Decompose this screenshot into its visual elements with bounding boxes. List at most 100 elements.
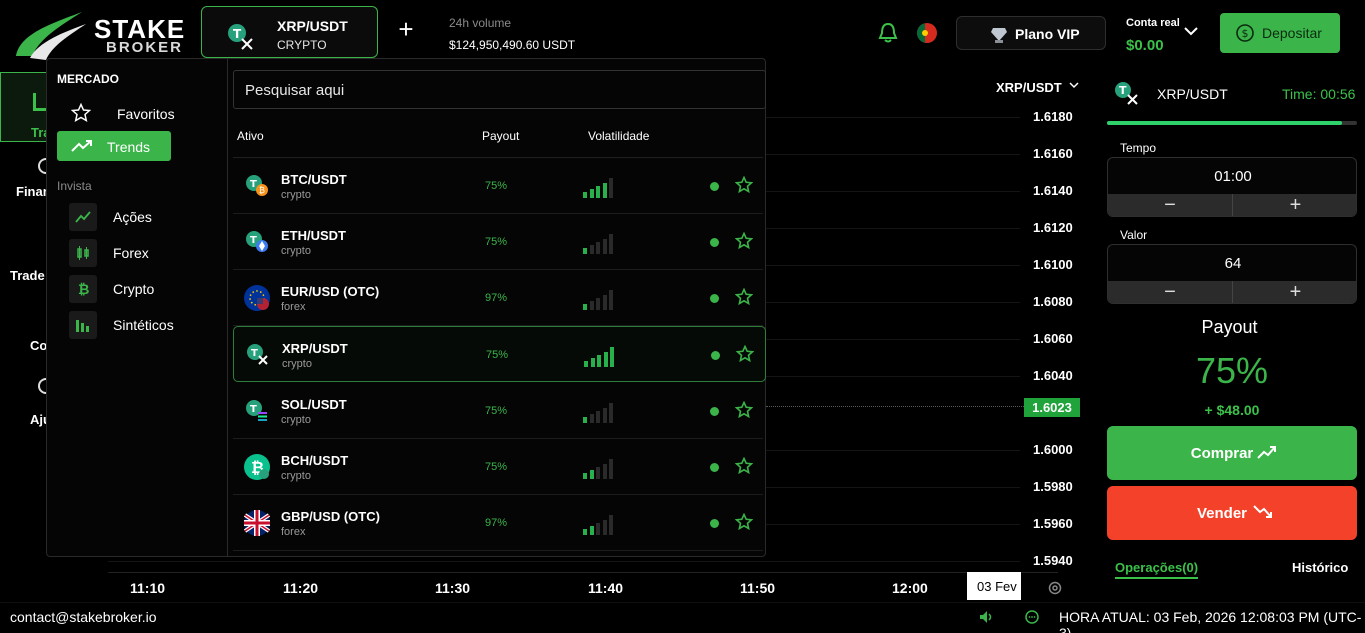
status-dot-icon	[710, 294, 719, 303]
add-asset-button[interactable]: +	[394, 16, 418, 42]
search-placeholder: Pesquisar aqui	[245, 82, 345, 99]
price-tick-label: 1.6160	[1033, 146, 1073, 161]
volatility-bar	[596, 186, 600, 198]
bell-icon[interactable]	[878, 22, 898, 44]
asset-row[interactable]: T ₿ BTC/USDT crypto 75%	[233, 158, 763, 214]
trend-up-icon	[75, 211, 91, 223]
price-tick-label: 1.6100	[1033, 257, 1073, 272]
account-type-label[interactable]: Conta real	[1126, 17, 1180, 29]
trade-timer: Time: 00:56	[1282, 86, 1356, 102]
volatility-bar	[589, 414, 594, 423]
volatility-bar	[602, 295, 607, 310]
volatility-bar	[583, 248, 587, 254]
current-price-tag: 1.6023	[1024, 398, 1080, 417]
asset-payout: 97%	[485, 517, 508, 529]
chevron-down-icon[interactable]	[1184, 26, 1198, 36]
timer-progress-bar	[1107, 121, 1357, 125]
asset-payout: 75%	[485, 405, 508, 417]
valor-decrease-button[interactable]: −	[1108, 281, 1233, 303]
current-price-line	[766, 406, 1024, 407]
volatility-bar	[602, 464, 607, 479]
buy-button[interactable]: Comprar	[1107, 426, 1357, 480]
payout-label: Payout	[1201, 317, 1258, 337]
bars-icon	[76, 320, 89, 332]
favorite-star-icon[interactable]	[736, 345, 754, 363]
contact-email[interactable]: contact@stakebroker.io	[10, 609, 157, 625]
asset-row[interactable]: EUR/USD (OTC) forex 97%	[233, 270, 763, 326]
svg-text:₿: ₿	[259, 186, 265, 195]
category-acoes[interactable]: Ações	[69, 203, 219, 231]
category-label: Crypto	[113, 281, 155, 297]
price-tick-label: 1.6000	[1033, 442, 1073, 457]
price-tick-label: 1.6040	[1033, 368, 1073, 383]
asset-payout: 75%	[485, 180, 508, 192]
tempo-field[interactable]: 01:00 − +	[1107, 157, 1357, 217]
account-balance: $0.00	[1126, 37, 1164, 54]
vip-plan-button[interactable]: Plano VIP	[956, 16, 1106, 50]
tempo-value[interactable]: 01:00	[1108, 168, 1356, 185]
volume-label: 24h volume	[449, 16, 512, 30]
valor-field[interactable]: 64 − +	[1107, 244, 1357, 304]
active-asset-tab[interactable]: T XRP/USDT CRYPTO	[201, 6, 378, 58]
vip-plan-label: Plano VIP	[1015, 26, 1080, 42]
tempo-decrease-button[interactable]: −	[1108, 194, 1233, 216]
favorite-star-icon[interactable]	[735, 288, 753, 306]
volatility-bar	[583, 529, 587, 535]
volatility-meter	[583, 455, 617, 479]
asset-row[interactable]: T SOL/USDT crypto 75%	[233, 383, 763, 439]
volatility-bar	[602, 183, 607, 198]
payout-gain: + $48.00	[1204, 402, 1260, 418]
time-axis-line	[108, 572, 1058, 573]
asset-name: SOL/USDT	[281, 397, 347, 412]
portugal-flag-icon[interactable]	[917, 23, 937, 43]
favorites-label: Favoritos	[117, 106, 175, 122]
svg-text:T: T	[251, 348, 258, 359]
category-forex[interactable]: Forex	[69, 239, 219, 267]
category-crypto[interactable]: ₿ Crypto	[69, 275, 219, 303]
trends-item[interactable]: Trends	[57, 131, 171, 161]
svg-text:$: $	[1242, 27, 1249, 40]
deposit-button[interactable]: $ Depositar	[1220, 13, 1340, 53]
logo[interactable]: STAKE BROKER	[10, 4, 190, 62]
asset-category: crypto	[281, 245, 311, 257]
asset-row[interactable]: T ETH/USDT crypto 75%	[233, 214, 763, 270]
tab-operations[interactable]: Operações(0)	[1115, 560, 1199, 579]
category-sinteticos[interactable]: Sintéticos	[69, 311, 219, 339]
favorites-item[interactable]: Favoritos	[57, 101, 217, 127]
volatility-bar	[589, 526, 594, 535]
chart-icon	[33, 93, 47, 111]
chart-pair-select[interactable]: XRP/USDT	[996, 80, 1079, 95]
volatility-bar	[609, 290, 613, 310]
asset-tab-category: CRYPTO	[277, 38, 327, 52]
favorite-star-icon[interactable]	[735, 457, 753, 475]
favorite-star-icon[interactable]	[735, 176, 753, 194]
favorite-star-icon[interactable]	[735, 232, 753, 250]
volatility-bar	[583, 304, 587, 310]
time-tick-label: 11:10	[130, 580, 166, 596]
gear-icon[interactable]	[1047, 580, 1063, 596]
favorite-star-icon[interactable]	[735, 513, 753, 531]
price-tick-label: 1.6180	[1033, 109, 1073, 124]
volatility-meter	[583, 286, 617, 310]
nav-item-trade-active[interactable]: Tra	[0, 72, 52, 142]
valor-value[interactable]: 64	[1108, 255, 1356, 272]
asset-row[interactable]: GBP/USD (OTC) forex 97%	[233, 495, 763, 551]
nav-item-label: Trade	[10, 268, 45, 283]
sell-button[interactable]: Vender	[1107, 486, 1357, 540]
trend-up-icon	[71, 140, 92, 152]
valor-increase-button[interactable]: +	[1233, 281, 1356, 303]
trend-up-icon	[1257, 446, 1276, 459]
status-dot-icon	[710, 463, 719, 472]
asset-row[interactable]: T XRP/USDT crypto 75%	[233, 326, 766, 382]
speaker-icon[interactable]	[978, 609, 994, 625]
tempo-increase-button[interactable]: +	[1233, 194, 1356, 216]
asset-category: forex	[281, 301, 306, 313]
payout-percentage: 75%	[1195, 350, 1269, 391]
market-search-input[interactable]: Pesquisar aqui	[233, 70, 766, 109]
chat-icon[interactable]	[1024, 609, 1040, 625]
favorite-star-icon[interactable]	[735, 401, 753, 419]
gbp-usd-flag-icon	[243, 509, 271, 537]
time-tick-label: 12:00	[892, 580, 928, 596]
asset-row[interactable]: ₿ BCH/USDT crypto 75%	[233, 439, 763, 495]
tab-history[interactable]: Histórico	[1292, 560, 1348, 575]
